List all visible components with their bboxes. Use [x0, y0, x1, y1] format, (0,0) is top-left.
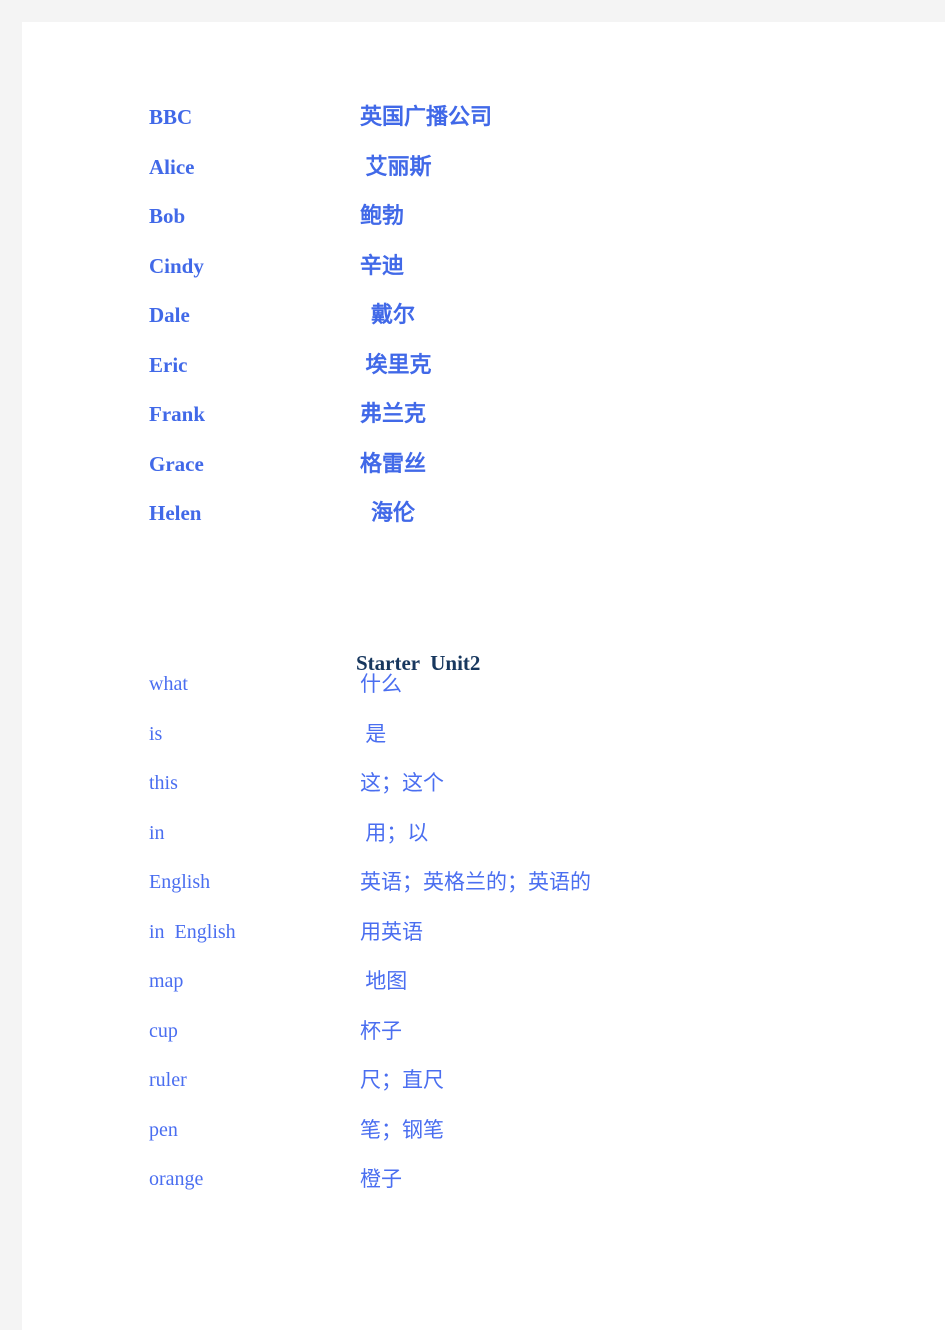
vocab-gloss: 这；这个: [360, 771, 444, 795]
page-gutter-top: [0, 0, 945, 22]
vocab-gloss: 格雷丝: [360, 450, 427, 476]
vocab-gloss: 杯子: [360, 1018, 402, 1043]
vocab-term: BBC: [149, 105, 193, 129]
unit2-vocabulary-list: what 什么 is 是 this 这；这个 in 用；以 English 英语…: [22, 671, 945, 1216]
proper-names-list: BBC 英国广播公司 Alice 艾丽斯 Bob 鲍勃 Cindy 辛迪 Dal…: [22, 104, 945, 550]
vocab-term: this: [149, 772, 178, 794]
vocab-term: Cindy: [149, 253, 204, 278]
vocab-gloss: 英语；英格兰的；英语的: [360, 870, 591, 894]
vocab-gloss: 地图: [360, 969, 408, 993]
vocab-term: Dale: [149, 303, 190, 327]
vocab-row: this 这；这个: [22, 770, 945, 820]
vocab-gloss: 埃里克: [360, 351, 432, 377]
vocab-row: what 什么: [22, 671, 945, 721]
vocab-row: ruler 尺；直尺: [22, 1067, 945, 1117]
vocab-gloss: 笔；钢笔: [360, 1117, 444, 1142]
vocab-term: Helen: [149, 501, 202, 525]
document-page: BBC 英国广播公司 Alice 艾丽斯 Bob 鲍勃 Cindy 辛迪 Dal…: [22, 22, 945, 1337]
vocab-term: Alice: [149, 154, 195, 179]
vocab-gloss: 鲍勃: [360, 203, 405, 228]
vocab-row: map 地图: [22, 968, 945, 1018]
vocab-term: what: [149, 673, 188, 695]
vocab-term: English: [149, 871, 211, 893]
vocab-gloss: 橙子: [360, 1167, 402, 1191]
vocab-term: orange: [149, 1168, 204, 1190]
vocab-term: in English: [149, 920, 236, 943]
vocab-row: Bob 鲍勃: [22, 203, 945, 253]
vocab-term: ruler: [149, 1069, 187, 1091]
vocab-gloss: 海伦: [360, 500, 416, 525]
vocab-row: in 用；以: [22, 820, 945, 870]
vocab-row: Dale 戴尔: [22, 302, 945, 352]
vocab-term: Eric: [149, 352, 188, 377]
vocab-term: Grace: [149, 451, 204, 476]
vocab-row: English 英语；英格兰的；英语的: [22, 869, 945, 919]
vocab-row: Cindy 辛迪: [22, 253, 945, 303]
vocab-row: Helen 海伦: [22, 500, 945, 550]
vocab-gloss: 英国广播公司: [360, 104, 493, 129]
page-shell: BBC 英国广播公司 Alice 艾丽斯 Bob 鲍勃 Cindy 辛迪 Dal…: [0, 0, 945, 1337]
vocab-term: Frank: [149, 402, 206, 426]
vocab-row: pen 笔；钢笔: [22, 1117, 945, 1167]
vocab-row: in English 用英语: [22, 919, 945, 969]
vocab-term: Bob: [149, 204, 186, 228]
vocab-row: Grace 格雷丝: [22, 451, 945, 501]
vocab-row: is 是: [22, 721, 945, 771]
vocab-gloss: 弗兰克: [360, 401, 427, 426]
vocab-term: pen: [149, 1118, 178, 1141]
vocab-row: orange 橙子: [22, 1166, 945, 1216]
vocab-gloss: 用；以: [360, 820, 429, 845]
vocab-gloss: 什么: [360, 672, 402, 696]
page-gutter-left: [0, 0, 22, 1330]
vocab-row: Alice 艾丽斯: [22, 154, 945, 204]
vocab-term: map: [149, 970, 184, 992]
vocab-gloss: 尺；直尺: [360, 1068, 444, 1092]
vocab-term: in: [149, 821, 165, 844]
vocab-gloss: 艾丽斯: [360, 153, 432, 179]
vocab-gloss: 戴尔: [360, 302, 416, 327]
vocab-gloss: 用英语: [360, 919, 423, 944]
vocab-gloss: 是: [360, 721, 387, 746]
vocab-row: BBC 英国广播公司: [22, 104, 945, 154]
vocab-term: cup: [149, 1019, 178, 1042]
vocab-row: cup 杯子: [22, 1018, 945, 1068]
vocab-term: is: [149, 722, 163, 745]
vocab-row: Eric 埃里克: [22, 352, 945, 402]
vocab-row: Frank 弗兰克: [22, 401, 945, 451]
vocab-gloss: 辛迪: [360, 252, 405, 278]
